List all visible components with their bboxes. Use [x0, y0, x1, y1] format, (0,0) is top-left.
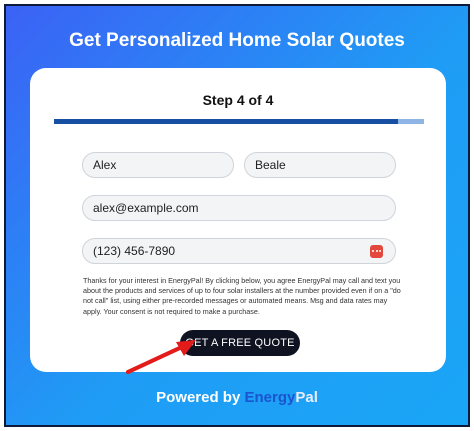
quote-form-card: Step 4 of 4 Alex Beale alex@example.com …: [30, 68, 446, 374]
page-background: Get Personalized Home Solar Quotes Step …: [4, 4, 470, 427]
email-field[interactable]: alex@example.com: [82, 195, 396, 221]
step-indicator: Step 4 of 4: [202, 92, 274, 108]
red-arrow-icon: [126, 340, 196, 374]
phone-field[interactable]: (123) 456-7890: [82, 238, 396, 264]
brand-pal: Pal: [295, 389, 318, 406]
progress-bar: [54, 119, 424, 124]
powered-by: Powered by EnergyPal: [6, 389, 468, 406]
phone-value: (123) 456-7890: [93, 244, 176, 258]
last-name-field[interactable]: Beale: [244, 152, 396, 178]
brand-energy: Energy: [244, 389, 296, 406]
first-name-field[interactable]: Alex: [82, 152, 234, 178]
consent-text: Thanks for your interest in EnergyPal! B…: [83, 276, 401, 316]
progress-fill: [54, 119, 399, 124]
autofill-icon[interactable]: [370, 245, 383, 258]
page-title: Get Personalized Home Solar Quotes: [69, 30, 405, 51]
powered-by-text: Powered by: [156, 389, 241, 406]
